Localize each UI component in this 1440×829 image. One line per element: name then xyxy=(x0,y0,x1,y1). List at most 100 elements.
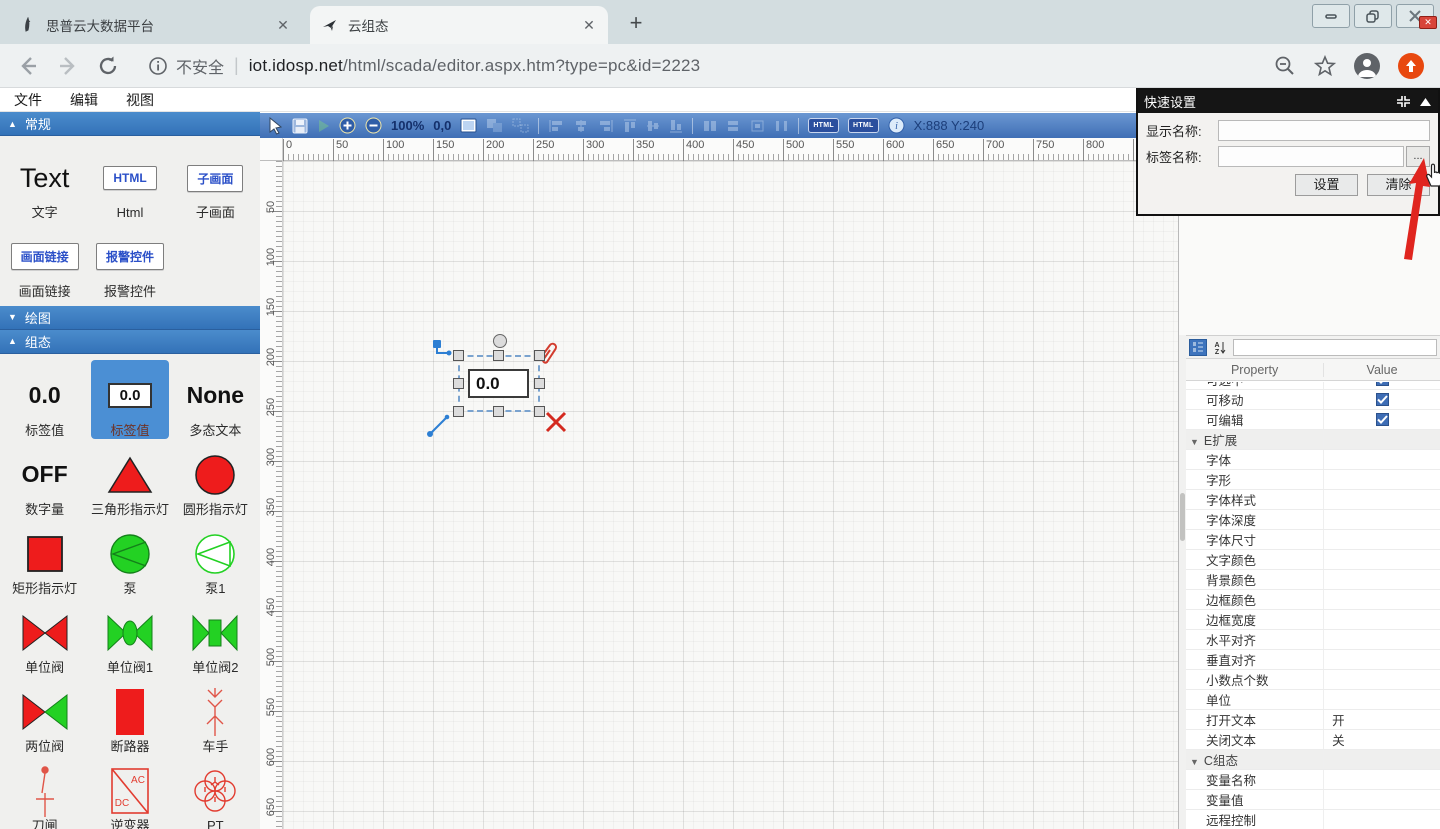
property-row-0[interactable]: 可选中 xyxy=(1186,382,1440,390)
property-row-8[interactable]: 字体尺寸 xyxy=(1186,530,1440,550)
connect-line-icon[interactable] xyxy=(426,412,452,438)
palette-item-tag-value-boxed[interactable]: 0.0标签值 xyxy=(91,360,168,439)
ungroup-icon[interactable] xyxy=(512,118,529,133)
close-button[interactable]: ✕ xyxy=(1396,4,1434,28)
browser-tab-1[interactable]: 思普云大数据平台 ✕ xyxy=(8,6,302,44)
selected-label-value-element[interactable]: 0.0 xyxy=(468,369,529,398)
zoom-in-icon[interactable] xyxy=(339,117,356,134)
align-right-icon[interactable] xyxy=(598,119,614,133)
group-icon[interactable] xyxy=(486,118,503,133)
resize-handle-ne[interactable] xyxy=(534,350,545,361)
property-value[interactable] xyxy=(1323,650,1440,669)
menu-item-1[interactable]: 编辑 xyxy=(70,90,98,110)
url-text[interactable]: iot.idosp.net/html/scada/editor.aspx.htm… xyxy=(249,56,701,76)
property-value[interactable] xyxy=(1323,810,1440,829)
property-row-14[interactable]: 垂直对齐 xyxy=(1186,650,1440,670)
property-row-7[interactable]: 字体深度 xyxy=(1186,510,1440,530)
same-width-icon[interactable] xyxy=(702,119,717,133)
tab-close-icon[interactable]: ✕ xyxy=(274,16,292,34)
display-name-input[interactable] xyxy=(1218,120,1430,141)
property-value[interactable] xyxy=(1323,530,1440,549)
categorized-view-icon[interactable] xyxy=(1189,339,1207,356)
same-height-icon[interactable] xyxy=(726,119,741,133)
palette-item-triangle-indicator[interactable]: 三角形指示灯 xyxy=(87,439,172,518)
palette-section-drawing[interactable]: ▼绘图 xyxy=(0,306,260,330)
property-row-16[interactable]: 单位 xyxy=(1186,690,1440,710)
property-value[interactable] xyxy=(1323,510,1440,529)
checkbox-checked-icon[interactable] xyxy=(1376,413,1389,426)
property-row-3[interactable]: ▼E扩展 xyxy=(1186,430,1440,450)
resize-handle-n[interactable] xyxy=(493,350,504,361)
property-row-4[interactable]: 字体 xyxy=(1186,450,1440,470)
property-value[interactable] xyxy=(1323,790,1440,809)
property-row-9[interactable]: 文字颜色 xyxy=(1186,550,1440,570)
align-center-icon[interactable] xyxy=(573,119,589,133)
property-value[interactable] xyxy=(1323,610,1440,629)
select-cursor-icon[interactable] xyxy=(268,117,283,135)
property-row-10[interactable]: 背景颜色 xyxy=(1186,570,1440,590)
property-row-12[interactable]: 边框宽度 xyxy=(1186,610,1440,630)
save-icon[interactable] xyxy=(292,118,308,134)
palette-item-sub-screen[interactable]: 子画面子画面 xyxy=(173,142,258,221)
browser-upgrade-icon[interactable] xyxy=(1398,53,1424,79)
property-value[interactable] xyxy=(1323,550,1440,569)
menu-item-2[interactable]: 视图 xyxy=(126,90,154,110)
resize-handle-sw[interactable] xyxy=(453,406,464,417)
align-bottom-icon[interactable] xyxy=(669,118,683,134)
space-evenly-icon[interactable] xyxy=(774,119,789,133)
property-row-20[interactable]: 变量名称 xyxy=(1186,770,1440,790)
palette-item-valve[interactable]: 单位阀 xyxy=(2,597,87,676)
html-preview-icon[interactable]: HTML xyxy=(848,118,879,133)
category-collapse-icon[interactable]: ▼ xyxy=(1190,757,1199,767)
restore-button[interactable] xyxy=(1354,4,1392,28)
palette-item-valve1[interactable]: 单位阀1 xyxy=(87,597,172,676)
canvas-size-icon[interactable] xyxy=(460,118,477,133)
property-value[interactable] xyxy=(1323,770,1440,789)
resize-handle-w[interactable] xyxy=(453,378,464,389)
tag-name-input[interactable] xyxy=(1218,146,1404,167)
property-row-13[interactable]: 水平对齐 xyxy=(1186,630,1440,650)
design-canvas[interactable]: 0.0 xyxy=(283,161,1178,829)
palette-item-breaker[interactable]: 断路器 xyxy=(87,676,172,755)
resize-handle-e[interactable] xyxy=(534,378,545,389)
property-filter-input[interactable] xyxy=(1233,339,1437,356)
palette-item-circle-indicator[interactable]: 圆形指示灯 xyxy=(173,439,258,518)
property-row-17[interactable]: 打开文本开 xyxy=(1186,710,1440,730)
checkbox-checked-icon[interactable] xyxy=(1376,382,1389,386)
property-value[interactable] xyxy=(1323,670,1440,689)
property-row-11[interactable]: 边框颜色 xyxy=(1186,590,1440,610)
scrollbar-thumb[interactable] xyxy=(1180,493,1185,541)
palette-item-pump[interactable]: 泵 xyxy=(87,518,172,597)
palette-item-knife-switch[interactable]: 刀闸 xyxy=(2,755,87,829)
zoom-out-icon[interactable] xyxy=(365,117,382,134)
run-icon[interactable] xyxy=(317,119,330,133)
property-value[interactable] xyxy=(1323,490,1440,509)
palette-item-screen-link[interactable]: 画面链接画面链接 xyxy=(2,221,87,300)
property-value[interactable] xyxy=(1323,630,1440,649)
palette-item-alarm-control[interactable]: 报警控件报警控件 xyxy=(87,221,172,300)
menu-item-0[interactable]: 文件 xyxy=(14,90,42,110)
palette-section-general[interactable]: ▲常规 xyxy=(0,112,260,136)
palette-item-tag-value[interactable]: 0.0标签值 xyxy=(2,360,87,439)
resize-handle-s[interactable] xyxy=(493,406,504,417)
browser-tab-2[interactable]: 云组态 ✕ xyxy=(310,6,608,44)
property-row-5[interactable]: 字形 xyxy=(1186,470,1440,490)
panel-up-arrow-icon[interactable] xyxy=(1419,97,1432,107)
property-value[interactable] xyxy=(1323,570,1440,589)
property-row-19[interactable]: ▼C组态 xyxy=(1186,750,1440,770)
tab-close-icon[interactable]: ✕ xyxy=(580,16,598,34)
back-icon[interactable] xyxy=(16,54,40,78)
property-value[interactable] xyxy=(1323,450,1440,469)
palette-item-multi-state-text[interactable]: None多态文本 xyxy=(173,360,258,439)
bookmark-star-icon[interactable] xyxy=(1314,55,1336,77)
scrollbar[interactable] xyxy=(1179,335,1186,829)
align-middle-icon[interactable] xyxy=(646,118,660,134)
property-value[interactable] xyxy=(1323,470,1440,489)
palette-item-rect-indicator[interactable]: 矩形指示灯 xyxy=(2,518,87,597)
rotate-handle[interactable] xyxy=(493,334,507,348)
palette-item-pt[interactable]: PT xyxy=(173,755,258,829)
property-row-21[interactable]: 变量值 xyxy=(1186,790,1440,810)
zoom-out-page-icon[interactable] xyxy=(1274,55,1296,77)
property-value[interactable] xyxy=(1323,590,1440,609)
set-button[interactable]: 设置 xyxy=(1295,174,1358,196)
